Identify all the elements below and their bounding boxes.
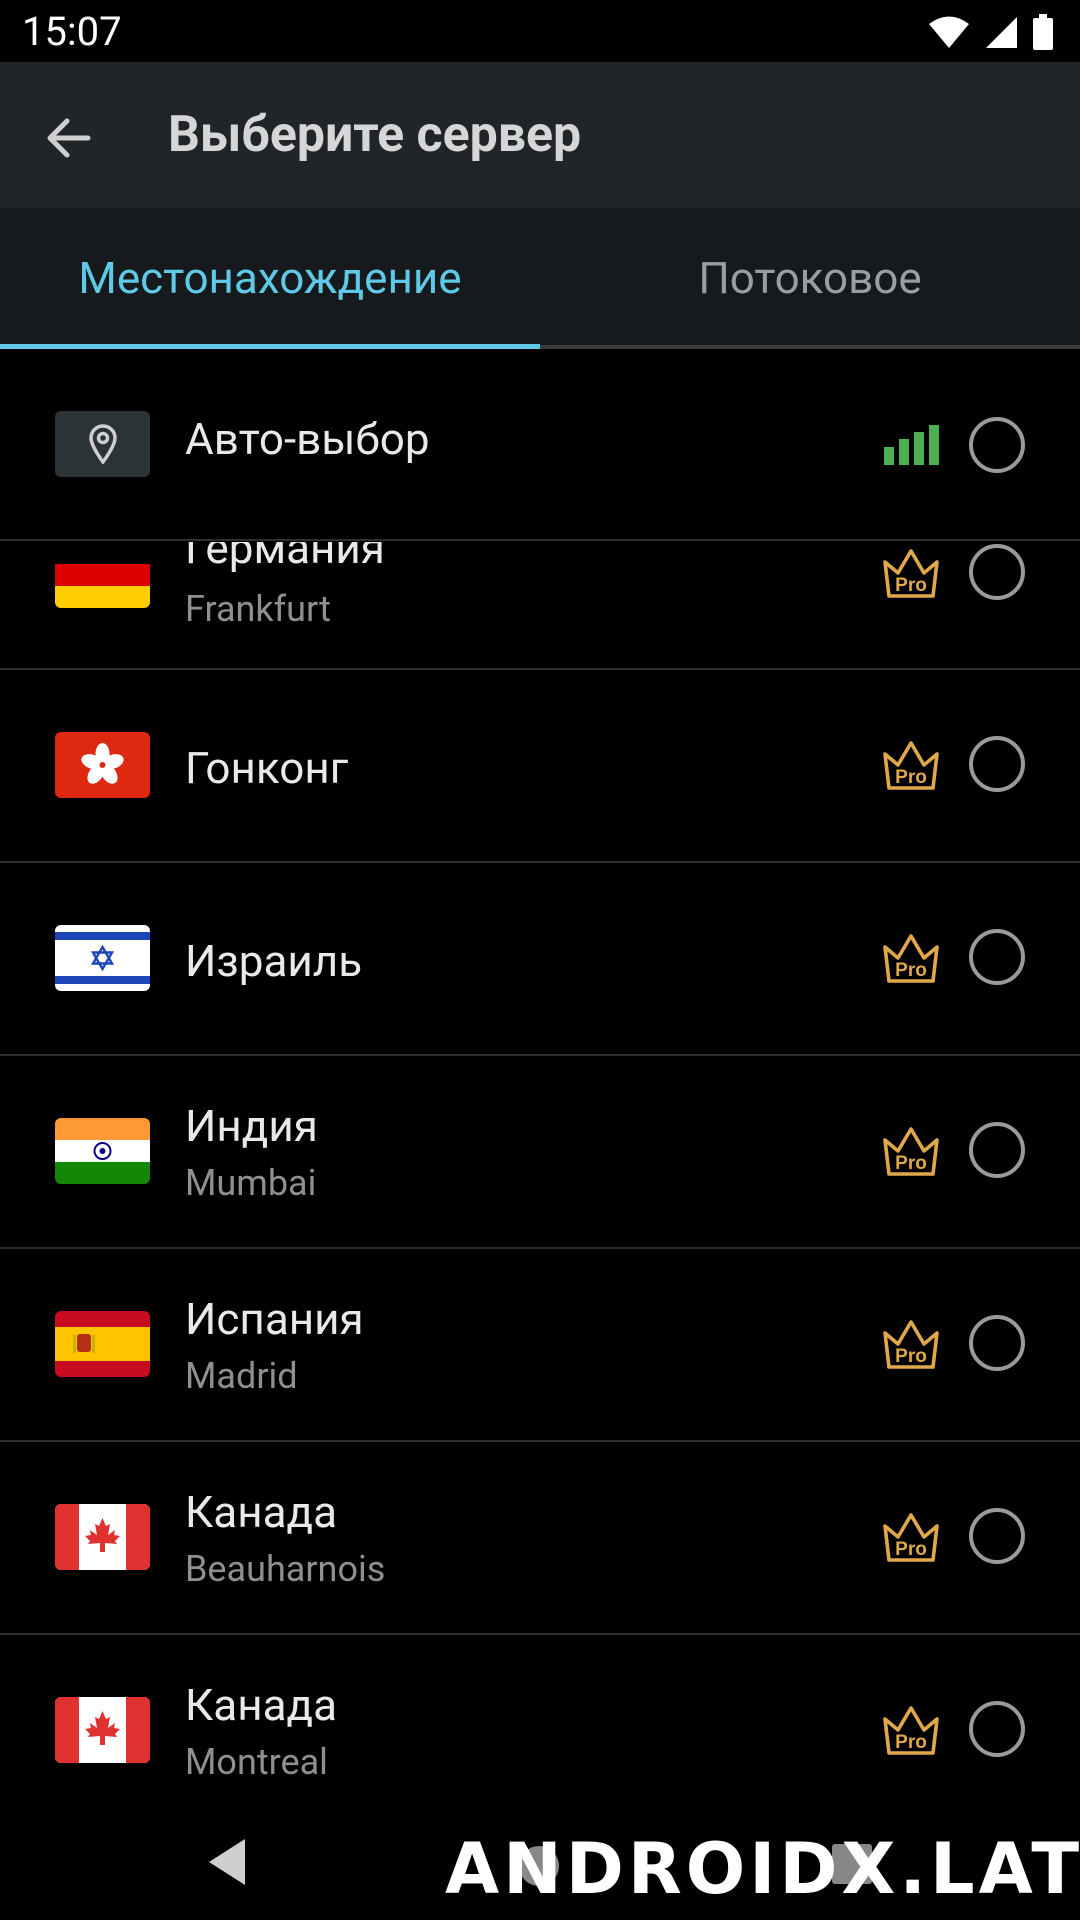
nav-back-icon[interactable] [205,1837,247,1887]
flag-canada-icon [55,1504,150,1570]
server-country: Испания [185,1293,364,1345]
pro-crown-icon: Pro [880,546,942,600]
server-radio[interactable] [969,1508,1025,1564]
pro-crown-icon: Pro [880,738,942,792]
server-radio[interactable] [969,1315,1025,1371]
flag-india-icon [55,1118,150,1184]
auto-select-radio[interactable] [969,417,1025,473]
server-radio[interactable] [969,1122,1025,1178]
server-radio[interactable] [969,1701,1025,1757]
watermark: ANDROIDX.LAT [445,1828,1080,1910]
server-city: Frankfurt [185,588,331,630]
server-row[interactable]: Индия Mumbai Pro [0,1056,1080,1249]
flag-israel-icon [55,925,150,991]
svg-text:Pro: Pro [895,1153,927,1174]
status-icons [928,12,1054,52]
server-city: Montreal [185,1741,328,1783]
arrow-back-icon [47,118,91,158]
app-bar: Выберите сервер [0,62,1080,208]
server-row[interactable]: Израиль Pro [0,863,1080,1056]
auto-select-icon-box [55,411,150,477]
auto-select-row[interactable]: Авто-выбор [0,349,1080,541]
server-country: Израиль [185,935,363,987]
signal-strength-icon [884,425,939,465]
server-city: Madrid [185,1355,298,1397]
server-radio[interactable] [969,544,1025,600]
server-radio[interactable] [969,736,1025,792]
server-row[interactable]: Германия Frankfurt Pro [0,542,1080,670]
flag-canada-icon [55,1697,150,1763]
pro-crown-icon: Pro [880,931,942,985]
tab-streaming[interactable]: Потоковое [540,208,1080,348]
server-radio[interactable] [969,929,1025,985]
svg-text:Pro: Pro [895,1346,927,1367]
location-pin-icon [88,424,117,464]
pro-crown-icon: Pro [880,1510,942,1564]
svg-text:Pro: Pro [895,575,927,596]
svg-text:Pro: Pro [895,767,927,788]
page-title: Выберите сервер [168,106,582,164]
status-time: 15:07 [22,8,122,55]
cell-signal-icon [986,17,1017,48]
svg-text:Pro: Pro [895,960,927,981]
server-row[interactable]: Гонконг Pro [0,670,1080,863]
pro-crown-icon: Pro [880,1124,942,1178]
wifi-icon [929,16,969,48]
server-country: Канада [185,1679,338,1731]
flag-hong-kong-icon [55,732,150,798]
server-city: Mumbai [185,1162,317,1204]
tab-bar: Местонахождение Потоковое [0,208,1080,348]
pro-crown-icon: Pro [880,1317,942,1371]
server-row[interactable]: Канада Montreal Pro [0,1635,1080,1828]
battery-icon [1033,14,1053,50]
auto-select-label: Авто-выбор [185,413,430,465]
server-city: Beauharnois [185,1548,386,1590]
pro-crown-icon: Pro [880,1703,942,1757]
svg-text:Pro: Pro [895,1732,927,1753]
flag-spain-icon [55,1311,150,1377]
flag-germany-icon [55,542,150,608]
server-country: Германия [185,542,385,574]
server-country: Индия [185,1100,318,1152]
back-button[interactable] [30,100,106,176]
server-row[interactable]: Канада Beauharnois Pro [0,1442,1080,1635]
server-country: Канада [185,1486,338,1538]
tab-location[interactable]: Местонахождение [0,208,540,348]
server-country: Гонконг [185,742,349,794]
status-bar: 15:07 [0,0,1080,62]
svg-text:Pro: Pro [895,1539,927,1560]
server-row[interactable]: Испания Madrid Pro [0,1249,1080,1442]
